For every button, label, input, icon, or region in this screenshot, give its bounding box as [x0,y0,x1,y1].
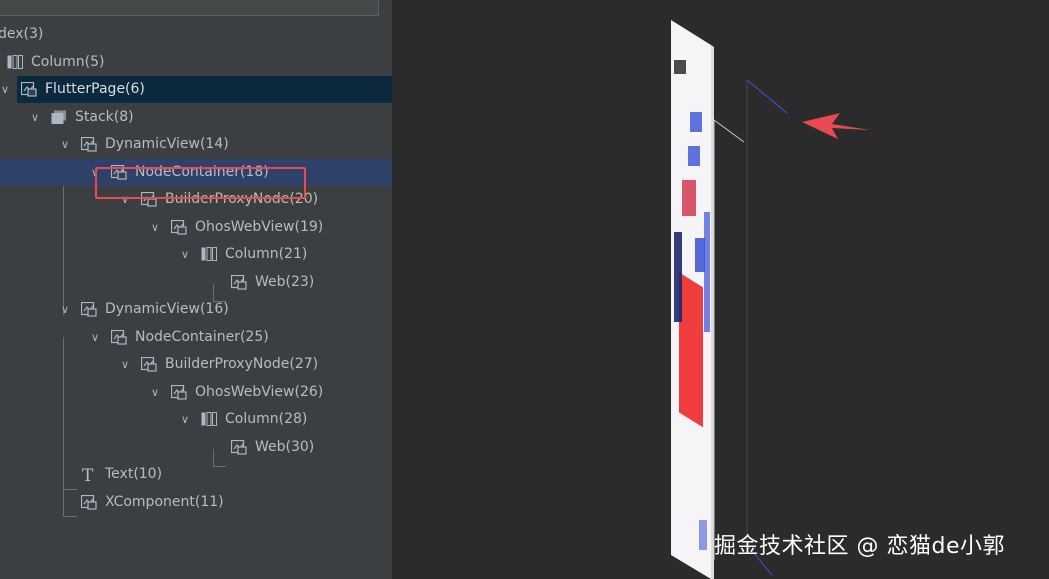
tree-node-label: Web(23) [255,274,315,290]
layer-outline [746,79,788,114]
chevron-down-icon[interactable]: ∨ [178,241,192,268]
component-tree-panel: dex(3)∨Column(5)∨FlutterPage(6)∨Stack(8)… [0,0,392,579]
component-icon-graphic [81,137,97,152]
tree-node-label: NodeContainer(25) [135,329,269,345]
chevron-down-icon[interactable]: ∨ [58,296,72,323]
tree-node-label: DynamicView(16) [105,301,229,317]
tree-node[interactable]: dex(3) [0,21,392,48]
layer-3d-view [671,20,870,579]
component-icon [141,357,157,372]
tree-node-label: Column(21) [225,246,308,262]
column-icon-graphic [7,55,23,69]
stack-icon [51,110,67,125]
component-icon-graphic [21,82,37,97]
component-icon-graphic [231,275,247,290]
chevron-down-icon[interactable]: ∨ [118,351,132,378]
column-icon-graphic [201,247,217,261]
svg-text:T: T [82,467,94,482]
component-icon-graphic [141,357,157,372]
column-icon [201,247,217,262]
layer-outline [713,119,745,143]
tree-node[interactable]: ∨ Stack(8) [0,104,392,131]
component-icon [81,137,97,152]
tree-node[interactable]: ∨ OhosWebView(19) [0,214,392,241]
tree-node[interactable]: T Text(10) [0,461,392,488]
phone-ui-block [674,60,686,74]
component-icon-graphic [111,330,127,345]
phone-red-block [679,272,703,428]
tree-node-label: FlutterPage(6) [45,81,145,97]
tree-node-label: XComponent(11) [105,494,224,510]
tree-node[interactable]: Web(23) [0,269,392,296]
component-icon [81,495,97,510]
phone-ui-block [674,232,682,322]
phone-ui-block [699,520,707,550]
phone-ui-block [695,238,705,272]
tree-node[interactable]: ∨ FlutterPage(6) [1,76,392,103]
chevron-down-icon[interactable]: ∨ [0,76,12,103]
tree-node-label: OhosWebView(26) [195,384,324,400]
column-icon [201,412,217,427]
tree-node-label: OhosWebView(19) [195,219,324,235]
component-icon-graphic [231,440,247,455]
tree-node-label: Text(10) [105,466,163,482]
watermark-text: 掘金技术社区 @ 恋猫de小郭 [714,534,1005,559]
column-icon-graphic [201,412,217,426]
tree-node[interactable]: Web(30) [0,434,392,461]
chevron-down-icon[interactable]: ∨ [58,131,72,158]
text-icon: T [81,467,97,482]
tree-node[interactable]: ∨ DynamicView(14) [0,131,392,158]
tree-node[interactable]: ∨ Column(21) [0,241,392,268]
tree-node-label: Column(28) [225,411,308,427]
tree-node[interactable]: ∨ DynamicView(16) [0,296,392,323]
red-arrow-annotation [802,113,870,139]
highlight-annotation-box [95,167,306,199]
text-icon-graphic: T [82,467,94,482]
3d-layer-viewport[interactable]: 掘金技术社区 @ 恋猫de小郭 [392,0,1049,579]
tree-guide-line [63,516,77,517]
stack-icon-graphic [51,110,66,124]
component-icon [231,275,247,290]
phone-ui-block [688,146,700,166]
component-icon-graphic [171,220,187,235]
component-icon [81,302,97,317]
chevron-down-icon[interactable]: ∨ [28,104,42,131]
component-icon [231,440,247,455]
component-icon [21,82,37,97]
chevron-down-icon[interactable]: ∨ [148,379,162,406]
tree-node[interactable]: ∨Column(5) [0,49,392,76]
tree-node-label: DynamicView(14) [105,136,229,152]
tree-node-label: dex(3) [0,26,44,42]
tree-node[interactable]: ∨ OhosWebView(26) [0,379,392,406]
tree-node-label: Column(5) [31,54,105,70]
tree-node-label: BuilderProxyNode(27) [165,356,319,372]
component-icon [111,330,127,345]
component-icon-graphic [81,302,97,317]
component-icon [171,220,187,235]
tree-node-label: Web(30) [255,439,315,455]
tree-node[interactable]: ∨ Column(28) [0,406,392,433]
phone-ui-block [690,112,702,132]
chevron-down-icon[interactable]: ∨ [178,406,192,433]
tree-node[interactable]: ∨ BuilderProxyNode(27) [0,351,392,378]
component-icon-graphic [81,495,97,510]
component-icon [171,385,187,400]
column-icon [7,55,23,70]
tree-node[interactable]: XComponent(11) [0,489,392,516]
component-icon-graphic [171,385,187,400]
phone-ui-block [682,180,696,216]
phone-ui-block [704,212,710,332]
tree-node-label: Stack(8) [75,109,134,125]
chevron-down-icon[interactable]: ∨ [148,214,162,241]
chevron-down-icon[interactable]: ∨ [88,324,102,351]
tree-filter-field[interactable] [0,0,379,16]
tree-node[interactable]: ∨ NodeContainer(25) [0,324,392,351]
